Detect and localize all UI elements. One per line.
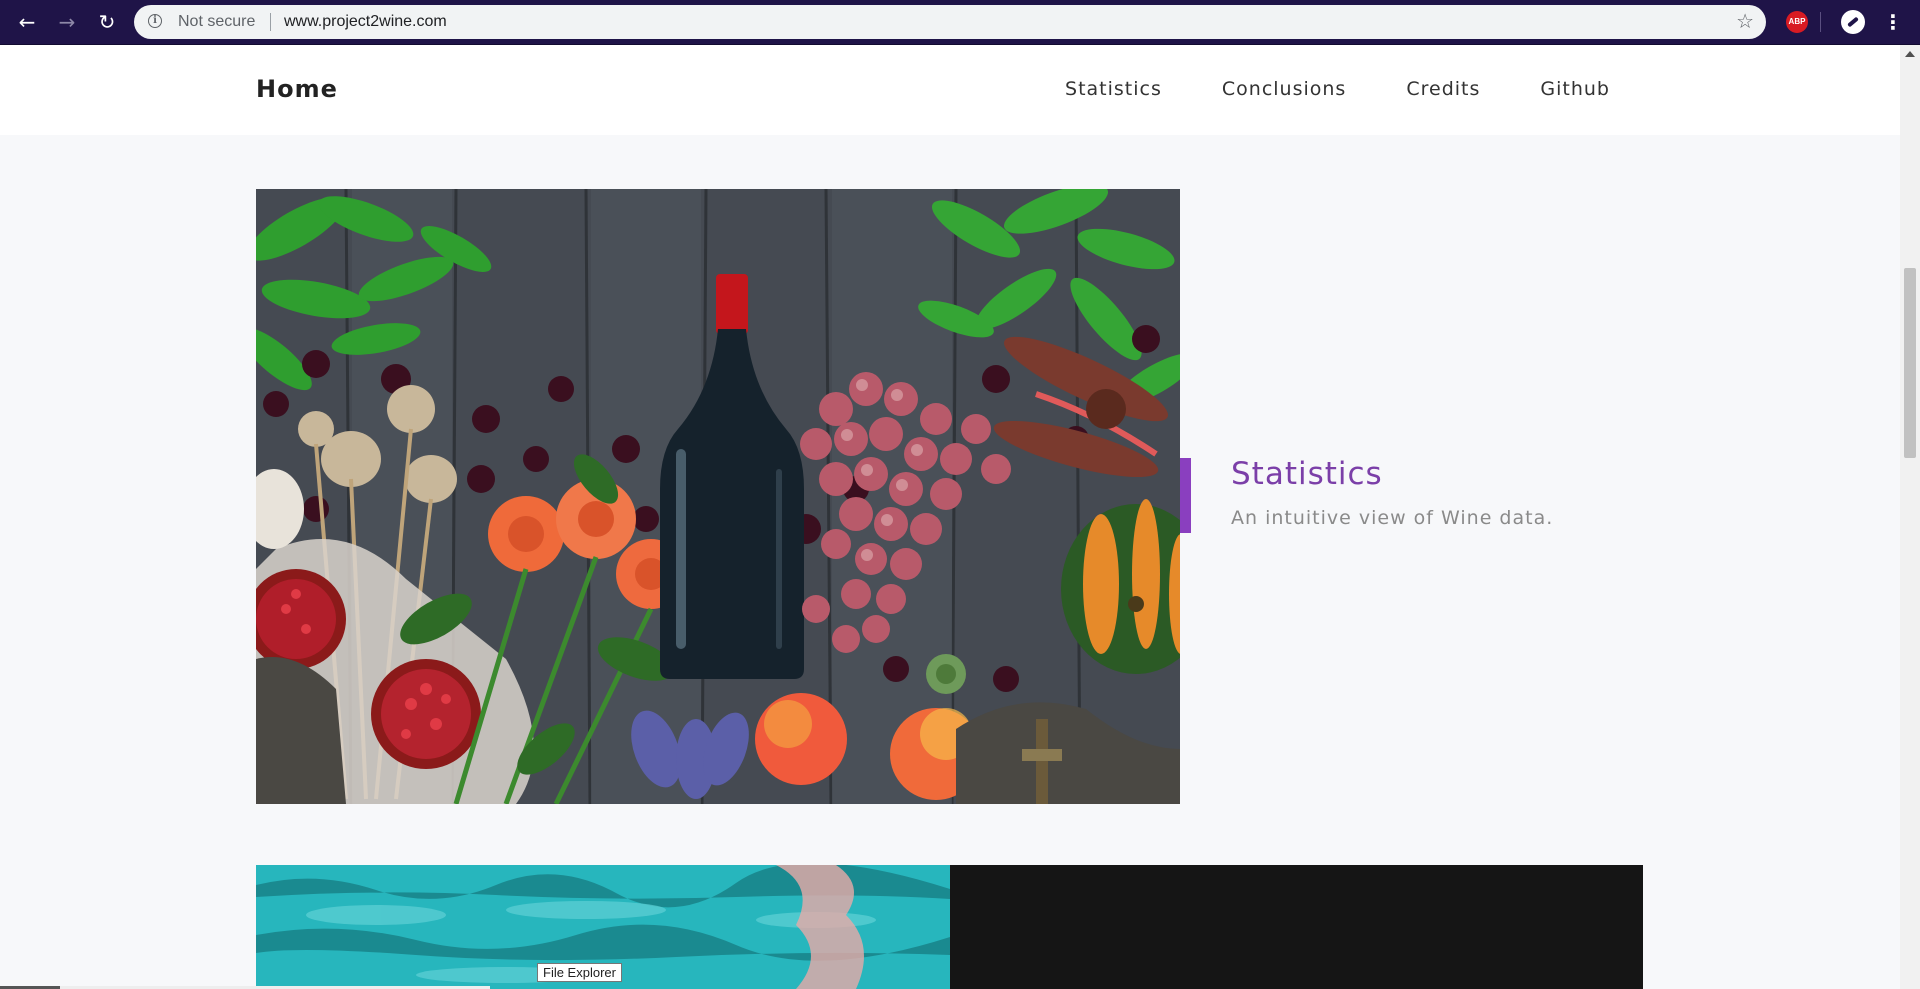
compass-extension-icon[interactable] xyxy=(1841,10,1865,34)
scroll-up-arrow-icon[interactable] xyxy=(1905,51,1915,57)
address-bar[interactable]: i Not secure www.project2wine.com ☆ xyxy=(134,5,1766,39)
security-status: Not secure xyxy=(178,13,256,30)
back-arrow-icon[interactable]: ← xyxy=(14,9,40,35)
reload-icon[interactable]: ↻ xyxy=(94,9,120,35)
site-navbar: Home Statistics Conclusions Credits Gith… xyxy=(0,45,1900,135)
adblock-plus-icon[interactable]: ABP xyxy=(1786,11,1808,33)
url-text[interactable]: www.project2wine.com xyxy=(284,13,447,31)
scrollbar-thumb[interactable] xyxy=(1904,268,1916,458)
feature-subtitle: An intuitive view of Wine data. xyxy=(1231,507,1554,529)
kebab-menu-icon[interactable]: ⋮ xyxy=(1883,8,1903,36)
dark-panel xyxy=(950,865,1643,989)
feature-title: Statistics xyxy=(1231,456,1383,492)
omnibox-separator xyxy=(270,13,271,31)
nav-link-conclusions[interactable]: Conclusions xyxy=(1222,78,1346,100)
feature-accent-bar xyxy=(1180,458,1191,533)
home-link[interactable]: Home xyxy=(256,75,338,103)
page-scrollbar[interactable] xyxy=(1900,45,1920,989)
browser-toolbar: ← → ↻ i Not secure www.project2wine.com … xyxy=(0,0,1920,45)
file-explorer-tooltip: File Explorer xyxy=(537,963,622,982)
forward-arrow-icon[interactable]: → xyxy=(54,9,80,35)
toolbar-divider xyxy=(1820,12,1821,32)
wine-still-life-image xyxy=(256,189,1180,804)
info-icon[interactable]: i xyxy=(148,14,162,28)
nav-link-github[interactable]: Github xyxy=(1540,78,1610,100)
nav-links: Statistics Conclusions Credits Github xyxy=(1065,78,1610,100)
star-icon[interactable]: ☆ xyxy=(1736,9,1754,33)
nav-link-statistics[interactable]: Statistics xyxy=(1065,78,1162,100)
nav-link-credits[interactable]: Credits xyxy=(1406,78,1480,100)
